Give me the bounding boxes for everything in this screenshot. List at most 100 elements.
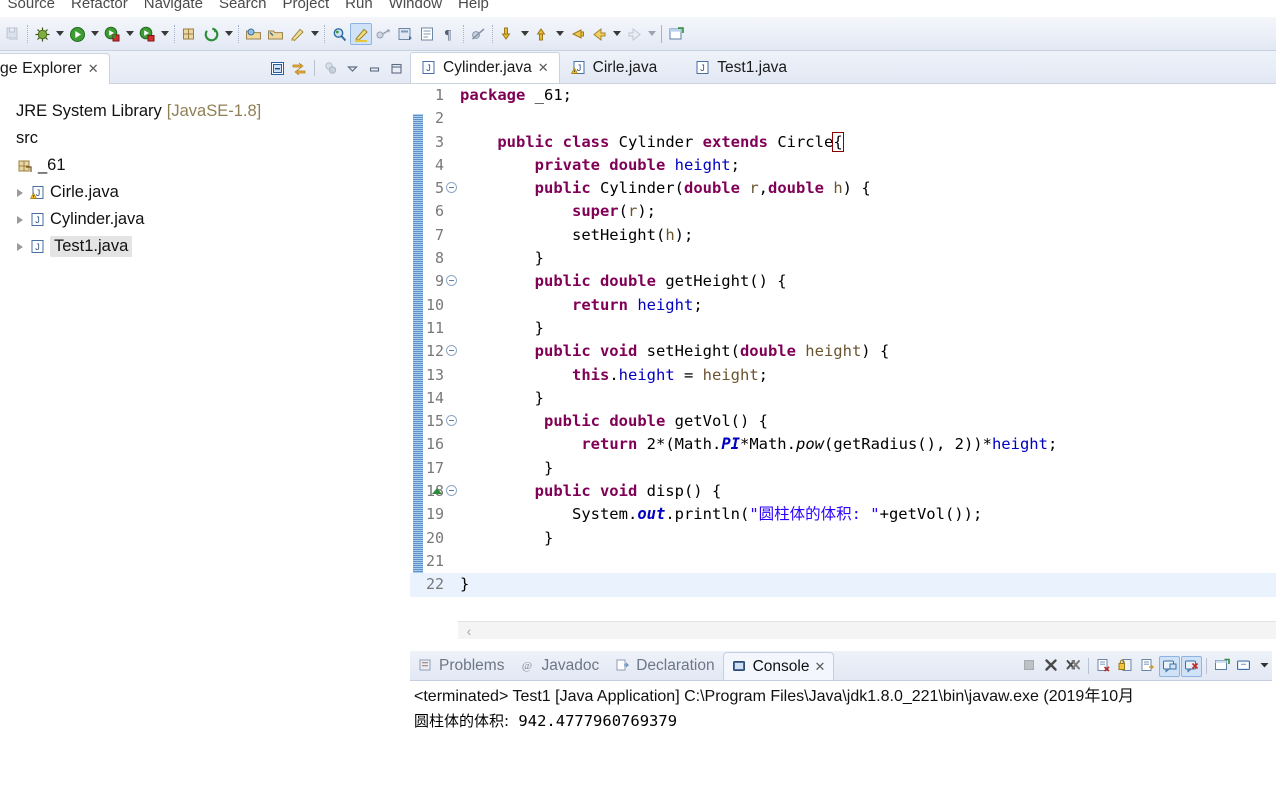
code-line[interactable]: 10 return height; — [410, 294, 1276, 317]
expand-arrow-icon[interactable] — [12, 239, 28, 255]
code-line[interactable]: 9 public double getHeight() { — [410, 270, 1276, 293]
dropdown-arrow-icon[interactable] — [553, 23, 566, 45]
coverage-icon[interactable] — [136, 23, 158, 45]
tree-item-test1-java[interactable]: JTest1.java — [0, 233, 410, 260]
menu-item-navigate[interactable]: Navigate — [136, 0, 211, 14]
link-with-editor-icon[interactable] — [289, 58, 309, 78]
code-line[interactable]: 3 public class Cylinder extends Circle{ — [410, 131, 1276, 154]
word-wrap-icon[interactable] — [1137, 656, 1158, 677]
code-line[interactable]: 7 setHeight(h); — [410, 224, 1276, 247]
editor-tab-test1-java[interactable]: JTest1.java — [684, 52, 798, 83]
previous-annotation-icon[interactable] — [531, 23, 553, 45]
code-line[interactable]: 14 } — [410, 387, 1276, 410]
close-icon[interactable]: ✕ — [88, 61, 99, 77]
tree-item--61[interactable]: _61 — [0, 152, 410, 179]
search-icon[interactable] — [328, 23, 350, 45]
code-line[interactable]: 8 } — [410, 247, 1276, 270]
menu-item-run[interactable]: Run — [337, 0, 381, 14]
code-line[interactable]: 5 public Cylinder(double r,double h) { — [410, 177, 1276, 200]
code-line[interactable]: 19 System.out.println("圆柱体的体积: "+getVol(… — [410, 503, 1276, 526]
show-whitespace-icon[interactable] — [416, 23, 438, 45]
console-output-area[interactable]: <terminated> Test1 [Java Application] C:… — [410, 681, 1276, 802]
dropdown-arrow-icon[interactable] — [88, 23, 101, 45]
chevron-down-icon[interactable] — [342, 58, 362, 78]
code-folding-toggle-icon[interactable] — [446, 182, 457, 193]
restore-icon[interactable] — [394, 23, 416, 45]
dropdown-arrow-icon[interactable] — [610, 23, 623, 45]
link-icon[interactable] — [372, 23, 394, 45]
last-edit-location-icon[interactable] — [566, 23, 588, 45]
dropdown-arrow-icon[interactable] — [123, 23, 136, 45]
menu-item-project[interactable]: Project — [274, 0, 337, 14]
code-folding-toggle-icon[interactable] — [446, 415, 457, 426]
menu-item-refactor[interactable]: Refactor — [63, 0, 136, 14]
run-external-tools-icon[interactable] — [101, 23, 123, 45]
console-tab-declaration[interactable]: Declaration — [607, 652, 722, 680]
code-line[interactable]: 13 this.height = height; — [410, 364, 1276, 387]
quick-access-icon[interactable] — [286, 23, 308, 45]
close-icon[interactable]: ✕ — [538, 60, 549, 76]
dropdown-arrow-icon[interactable] — [518, 23, 531, 45]
dropdown-arrow-icon[interactable] — [53, 23, 66, 45]
close-icon[interactable]: ✕ — [814, 659, 825, 675]
editor-tab-cylinder-java[interactable]: JCylinder.java✕ — [410, 52, 560, 83]
code-folding-toggle-icon[interactable] — [446, 345, 457, 356]
code-folding-toggle-icon[interactable] — [446, 485, 457, 496]
code-line[interactable]: 6 super(r); — [410, 200, 1276, 223]
editor-tab-cirle-java[interactable]: JCirle.java — [560, 52, 669, 83]
source-code[interactable]: 1package _61;23 public class Cylinder ex… — [410, 84, 1276, 651]
tree-item-cylinder-java[interactable]: JCylinder.java — [0, 206, 410, 233]
code-line[interactable]: 18 public void disp() { — [410, 480, 1276, 503]
next-annotation-icon[interactable] — [496, 23, 518, 45]
debug-icon[interactable] — [31, 23, 53, 45]
scroll-left-arrow-icon[interactable]: ‹ — [458, 622, 480, 640]
code-line[interactable]: 21 — [410, 550, 1276, 573]
code-line[interactable]: 22} — [410, 573, 1276, 596]
tab-package-explorer[interactable]: age Explorer ✕ — [0, 53, 110, 84]
menu-item-window[interactable]: Window — [381, 0, 450, 14]
menu-item-source[interactable]: Source — [0, 0, 63, 14]
code-line[interactable]: 2 — [410, 107, 1276, 130]
maximize-icon[interactable] — [386, 58, 406, 78]
console-tab-problems[interactable]: Problems — [410, 652, 512, 680]
dropdown-arrow-icon[interactable] — [308, 23, 321, 45]
tree-item-cirle-java[interactable]: JCirle.java — [0, 179, 410, 206]
code-line[interactable]: 16 return 2*(Math.PI*Math.pow(getRadius(… — [410, 433, 1276, 456]
tree-item-src[interactable]: src — [0, 125, 410, 152]
console-tab-javadoc[interactable]: @Javadoc — [512, 652, 607, 680]
toggle-breakpoint-icon[interactable] — [467, 23, 489, 45]
forward-icon[interactable] — [623, 23, 645, 45]
editor-horizontal-scrollbar[interactable]: ‹ — [458, 621, 1276, 639]
code-line[interactable]: 15 public double getVol() { — [410, 410, 1276, 433]
remove-all-terminated-icon[interactable] — [1063, 656, 1084, 677]
code-line[interactable]: 12 public void setHeight(double height) … — [410, 340, 1276, 363]
new-window-icon[interactable] — [665, 23, 687, 45]
pilcrow-icon[interactable]: ¶ — [438, 23, 460, 45]
scroll-lock-icon[interactable] — [1115, 656, 1136, 677]
view-menu-icon[interactable] — [320, 58, 340, 78]
minimize-icon[interactable] — [364, 58, 384, 78]
terminate-icon[interactable] — [1019, 656, 1040, 677]
code-line[interactable]: 4 private double height; — [410, 154, 1276, 177]
code-line[interactable]: 17 } — [410, 457, 1276, 480]
open-task-icon[interactable] — [264, 23, 286, 45]
back-icon[interactable] — [588, 23, 610, 45]
show-console-on-error-icon[interactable] — [1181, 656, 1202, 677]
new-java-class-icon[interactable] — [200, 23, 222, 45]
save-all-icon[interactable] — [2, 23, 24, 45]
menu-item-search[interactable]: Search — [211, 0, 275, 14]
dropdown-arrow-icon[interactable] — [222, 23, 235, 45]
expand-arrow-icon[interactable] — [12, 212, 28, 228]
code-editor[interactable]: 1package _61;23 public class Cylinder ex… — [410, 84, 1276, 651]
console-tab-console[interactable]: Console✕ — [723, 652, 835, 680]
project-tree[interactable]: JRE System Library[JavaSE-1.8]src_61JCir… — [0, 84, 410, 802]
pin-console-icon[interactable] — [1211, 656, 1232, 677]
code-folding-toggle-icon[interactable] — [446, 275, 457, 286]
remove-launch-icon[interactable] — [1041, 656, 1062, 677]
menu-item-help[interactable]: Help — [450, 0, 497, 14]
highlight-icon[interactable] — [350, 23, 372, 45]
code-line[interactable]: 1package _61; — [410, 84, 1276, 107]
expand-arrow-icon[interactable] — [12, 185, 28, 201]
code-line[interactable]: 20 } — [410, 527, 1276, 550]
collapse-all-icon[interactable] — [267, 58, 287, 78]
